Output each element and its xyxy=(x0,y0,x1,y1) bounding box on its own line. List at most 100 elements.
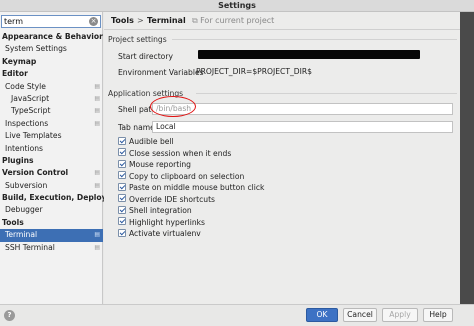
tree-item-label: Appearance & Behavior xyxy=(2,32,103,41)
background-window-edge xyxy=(460,12,474,304)
tree-item-label: Live Templates xyxy=(5,131,62,141)
tree-item-label: Tools xyxy=(2,217,24,227)
tree-item-label: TypeScript xyxy=(11,106,51,116)
redacted-path xyxy=(198,50,420,59)
apply-button[interactable]: Apply xyxy=(382,308,418,322)
checkbox-row[interactable]: Audible bell xyxy=(118,136,174,148)
scope-label: For current project xyxy=(200,16,275,25)
tree-item-label: JavaScript xyxy=(11,93,50,103)
divider xyxy=(172,39,457,40)
env-variables-label: Environment Variables xyxy=(118,68,204,77)
checkbox-checked-icon[interactable] xyxy=(118,148,126,156)
tree-item[interactable]: Debugger xyxy=(0,204,103,216)
checkbox-label: Paste on middle mouse button click xyxy=(129,183,265,192)
checkbox-row[interactable]: Paste on middle mouse button click xyxy=(118,182,265,194)
checkbox-row[interactable]: Highlight hyperlinks xyxy=(118,217,206,229)
project-config-icon: ▤ xyxy=(94,107,100,115)
tree-item-label: Plugins xyxy=(2,155,34,165)
project-config-icon: ▤ xyxy=(94,119,100,127)
tree-item-label: Keymap xyxy=(2,56,37,66)
checkbox-label: Close session when it ends xyxy=(129,148,232,158)
checkbox-label: Mouse reporting xyxy=(129,160,191,169)
checkbox-label: Override IDE shortcuts xyxy=(129,194,216,204)
project-config-icon: ▤ xyxy=(94,243,100,251)
settings-panel: Tools > Terminal ⧉ For current project P… xyxy=(104,12,460,304)
breadcrumb: Tools > Terminal ⧉ For current project xyxy=(104,12,460,30)
checkbox-checked-icon[interactable] xyxy=(118,228,126,237)
checkbox-checked-icon[interactable] xyxy=(118,217,126,225)
start-directory-label: Start directory xyxy=(118,52,173,61)
divider xyxy=(196,93,457,94)
tree-item[interactable]: Plugins xyxy=(0,155,103,167)
ok-button[interactable]: OK xyxy=(306,308,338,322)
tree-item[interactable]: Keymap xyxy=(0,56,103,68)
tab-name-input[interactable]: Local xyxy=(152,121,453,133)
checkbox-row[interactable]: Copy to clipboard on selection xyxy=(118,171,245,183)
checkbox-label: Shell integration xyxy=(129,206,192,215)
tree-item-label: Intentions xyxy=(5,143,44,153)
breadcrumb-parent[interactable]: Tools xyxy=(111,16,134,25)
tree-item-label: Version Control xyxy=(2,168,69,178)
tree-item[interactable]: Inspections ▤ xyxy=(0,118,103,130)
project-config-icon: ▤ xyxy=(94,231,100,239)
checkbox-label: Highlight hyperlinks xyxy=(129,217,206,227)
project-config-icon: ▤ xyxy=(94,181,100,189)
tree-item[interactable]: Subversion ▤ xyxy=(0,180,103,192)
tree-item[interactable]: System Settings xyxy=(0,43,103,55)
breadcrumb-current: Terminal xyxy=(147,16,186,25)
dialog-footer: ? OK Cancel Apply Help xyxy=(0,304,474,326)
tab-name-label: Tab name xyxy=(118,123,155,132)
tree-item[interactable]: Code Style ▤ xyxy=(0,81,103,93)
tree-item[interactable]: SSH Terminal ▤ xyxy=(0,242,103,254)
checkbox-checked-icon[interactable] xyxy=(118,171,126,179)
help-button[interactable]: Help xyxy=(423,308,453,322)
tree-item[interactable]: Intentions xyxy=(0,143,103,155)
checkbox-label: Activate virtualenv xyxy=(129,229,201,238)
settings-sidebar: × Appearance & Behavior System Settings Ke… xyxy=(0,12,129,304)
tree-item-label: Debugger xyxy=(5,205,43,215)
checkbox-row[interactable]: Mouse reporting xyxy=(118,159,191,171)
checkbox-checked-icon[interactable] xyxy=(118,205,126,214)
cancel-button[interactable]: Cancel xyxy=(343,308,377,322)
checkbox-checked-icon[interactable] xyxy=(118,182,126,191)
help-icon[interactable]: ? xyxy=(4,310,15,321)
settings-tree: Appearance & Behavior System Settings Keym… xyxy=(0,31,129,254)
tree-item-label: Terminal xyxy=(5,230,38,240)
tree-item-label: Inspections xyxy=(5,118,49,128)
tree-item-label: System Settings xyxy=(5,44,67,54)
checkbox-checked-icon[interactable] xyxy=(118,159,126,168)
tree-item[interactable]: Terminal ▤ xyxy=(0,229,103,242)
tree-item[interactable]: Build, Execution, Deployment xyxy=(0,192,129,204)
scope-note: ⧉ For current project xyxy=(192,16,274,26)
window-title: Settings xyxy=(0,0,474,12)
checkbox-row[interactable]: Shell integration xyxy=(118,205,192,217)
project-config-icon: ▤ xyxy=(94,94,100,102)
tree-item[interactable]: Appearance & Behavior xyxy=(0,31,103,43)
tree-item[interactable]: Editor xyxy=(0,68,103,80)
search-input[interactable] xyxy=(2,16,86,27)
tree-item[interactable]: Tools xyxy=(0,217,103,229)
clear-search-icon[interactable]: × xyxy=(89,17,98,26)
tree-item-label: SSH Terminal xyxy=(5,242,55,252)
env-variables-field[interactable]: PROJECT_DIR=$PROJECT_DIR$ xyxy=(192,66,453,78)
tree-item-label: Code Style xyxy=(5,81,46,91)
tree-item-label: Editor xyxy=(2,69,28,79)
checkbox-row[interactable]: Activate virtualenv xyxy=(118,228,201,240)
shell-path-input[interactable]: /bin/bash xyxy=(152,103,453,115)
tree-item[interactable]: Version Control ▤ xyxy=(0,167,103,179)
tree-item[interactable]: Live Templates xyxy=(0,130,103,142)
tree-item[interactable]: JavaScript ▤ xyxy=(0,93,103,105)
project-config-icon: ▤ xyxy=(94,82,100,90)
annotation-circle xyxy=(150,96,196,117)
checkbox-label: Copy to clipboard on selection xyxy=(129,171,245,181)
checkbox-row[interactable]: Close session when it ends xyxy=(118,148,232,160)
checkbox-checked-icon[interactable] xyxy=(118,194,126,202)
search-box[interactable]: × xyxy=(1,15,101,28)
breadcrumb-separator: > xyxy=(137,16,144,25)
tree-item[interactable]: TypeScript ▤ xyxy=(0,105,103,117)
checkbox-row[interactable]: Override IDE shortcuts xyxy=(118,194,216,206)
project-config-icon: ▤ xyxy=(94,169,100,177)
tree-item-label: Subversion xyxy=(5,180,48,190)
checkbox-checked-icon[interactable] xyxy=(118,136,126,145)
project-settings-title: Project settings xyxy=(108,35,167,44)
